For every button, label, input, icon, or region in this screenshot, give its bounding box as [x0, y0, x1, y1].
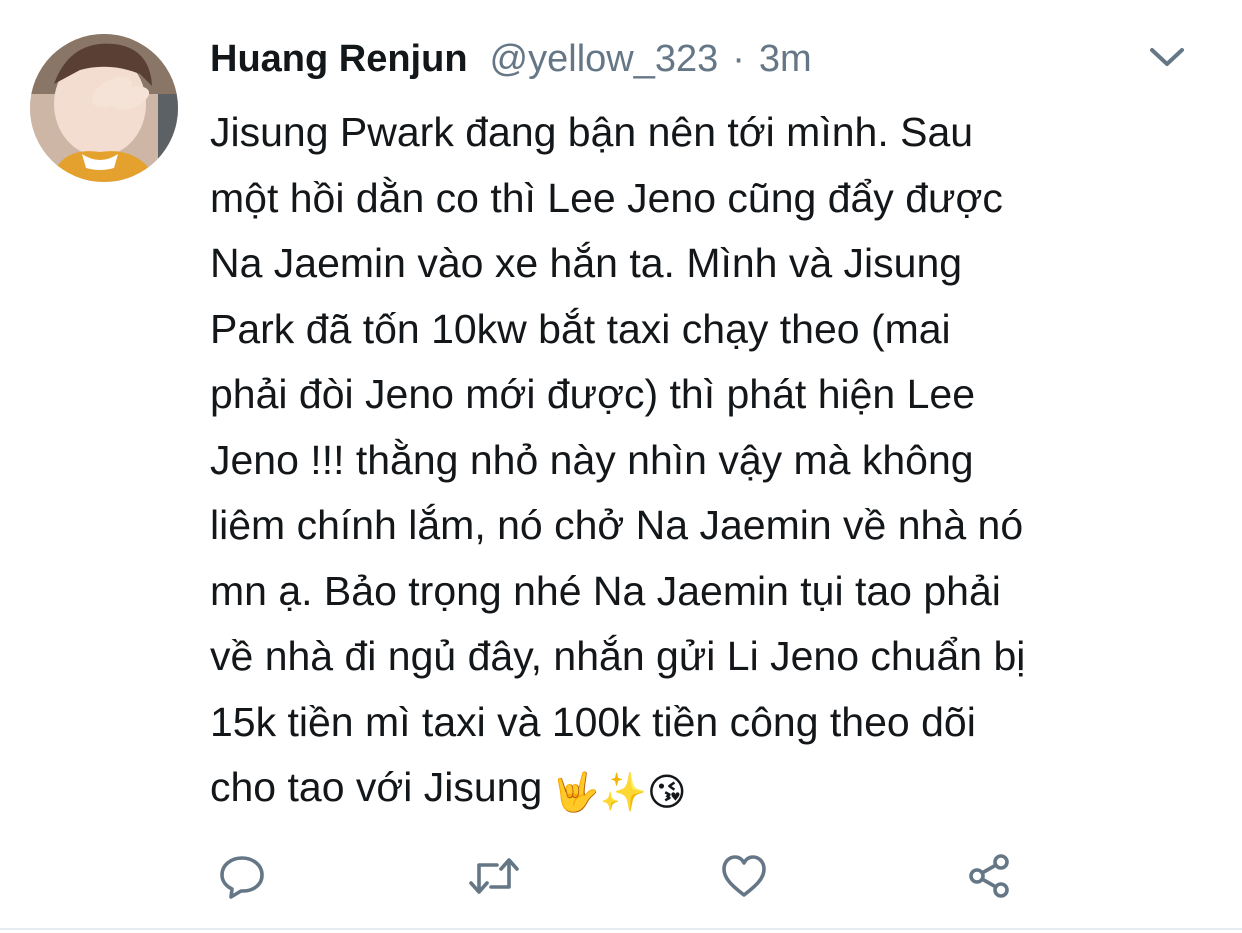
tweet-header: Huang Renjun @yellow_323 · 3m [210, 34, 812, 84]
tweet-line: 15k tiền mì taxi và 100k tiền công theo … [210, 698, 976, 745]
display-name[interactable]: Huang Renjun [210, 34, 468, 84]
tweet-line: cho tao với Jisung [210, 764, 543, 810]
tweet-line: Jisung Pwark đang bận nên tới mình. Sau [210, 109, 974, 155]
tweet-line: về nhà đi ngủ đây, nhắn gửi Li Jeno chuẩ… [210, 633, 1026, 679]
tweet-line: một hồi dằn co thì Lee Jeno cũng đẩy đượ… [210, 174, 1003, 221]
sparkles-emoji: ✨ [599, 772, 647, 814]
kiss-face-emoji: 😘 [646, 772, 687, 814]
tweet-line: Na Jaemin vào xe hắn ta. Mình và Jisung [210, 240, 963, 286]
chevron-down-icon[interactable] [1148, 42, 1186, 72]
tweet-line: liêm chính lắm, nó chở Na Jaemin về nhà … [210, 502, 1024, 548]
user-handle[interactable]: @yellow_323 [490, 34, 719, 84]
retweet-icon [469, 858, 519, 894]
tweet-line: phải đòi Jeno mới được) thì phát hiện Le… [210, 371, 976, 417]
tweet-line: mn ạ. Bảo trọng nhé Na Jaemin tụi tao ph… [210, 567, 1001, 614]
separator-dot: · [732, 38, 745, 80]
tweet-actions [0, 848, 1242, 904]
tweet-line: Jeno !!! thằng nhỏ này nhìn vậy mà không [210, 436, 974, 483]
retweet-button[interactable] [466, 848, 522, 904]
timestamp[interactable]: 3m [759, 34, 812, 84]
tweet-card[interactable]: Huang Renjun @yellow_323 · 3m Jisung Pwa… [0, 0, 1242, 933]
tweet-text: Jisung Pwark đang bận nên tới mình. Sau … [210, 100, 1200, 825]
rock-hand-emoji: 🤟 [552, 772, 600, 814]
share-button[interactable] [962, 848, 1018, 904]
reply-icon [220, 856, 264, 899]
heart-icon [722, 855, 766, 897]
reply-button[interactable] [214, 848, 270, 904]
tweet-line: Park đã tốn 10kw bắt taxi chạy theo (mai [210, 305, 951, 352]
avatar[interactable] [30, 34, 178, 182]
share-icon [969, 854, 1009, 898]
like-button[interactable] [716, 848, 772, 904]
profile-photo [30, 34, 178, 182]
emoji-group: 🤟✨😘 [552, 759, 686, 825]
divider [0, 928, 1242, 930]
